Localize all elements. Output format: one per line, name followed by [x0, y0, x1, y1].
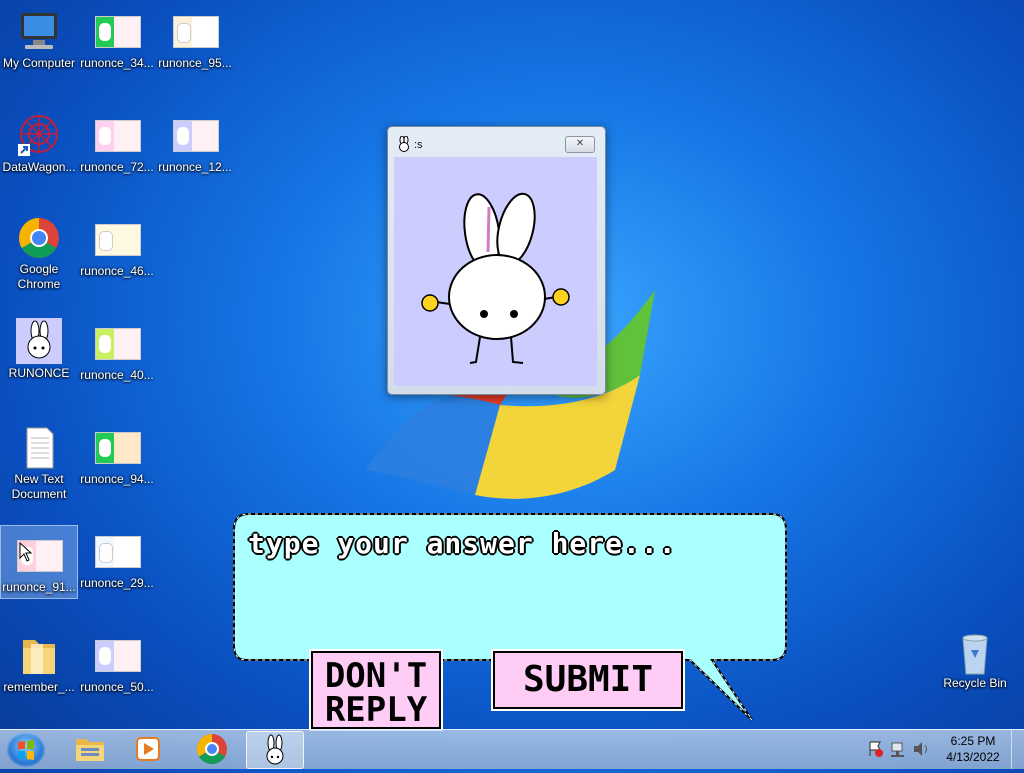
windows-start-icon: [18, 740, 34, 760]
taskbar-media-player-button[interactable]: [120, 731, 176, 767]
icon-label: runonce_50...: [80, 680, 154, 694]
runonce-72-icon[interactable]: runonce_72...: [79, 114, 155, 175]
chrome-icon: [196, 734, 227, 765]
datawagon-icon-shortcut[interactable]: DataWagon...: [1, 114, 77, 175]
icon-label: runonce_46...: [80, 264, 154, 278]
computer-icon: [15, 10, 63, 54]
runonce-50-icon[interactable]: runonce_50...: [79, 634, 155, 695]
bunny-thumbnail-icon: [93, 322, 141, 366]
bunny-thumbnail-icon: [93, 218, 141, 262]
my-computer-icon-shortcut[interactable]: My Computer: [1, 10, 77, 71]
taskbar-clock[interactable]: 6:25 PM 4/13/2022: [936, 733, 1010, 765]
folder-icon: [15, 634, 63, 678]
system-tray: [866, 738, 936, 760]
taskbar-runonce-button[interactable]: [246, 731, 304, 769]
taskbar-chrome-button[interactable]: [184, 731, 240, 767]
runonce-12-icon[interactable]: runonce_12...: [157, 114, 233, 175]
volume-icon: [914, 742, 927, 756]
runonce-29-icon[interactable]: runonce_29...: [79, 530, 155, 591]
new-text-document-icon[interactable]: New Text Document: [1, 426, 77, 502]
folder-icon: [76, 739, 104, 761]
text-document-icon: [15, 426, 63, 470]
icon-label: DataWagon...: [2, 160, 76, 174]
answer-input[interactable]: type your answer here...: [248, 527, 677, 560]
bunny-thumbnail-icon: [93, 426, 141, 470]
clock-time: 6:25 PM: [950, 734, 996, 748]
icon-label: runonce_12...: [158, 160, 232, 174]
media-player-icon: [136, 737, 160, 761]
bunny-thumbnail-icon: [93, 10, 141, 54]
icon-label: Recycle Bin: [943, 676, 1007, 690]
chrome-icon: [15, 216, 63, 260]
runonce-40-icon[interactable]: runonce_40...: [79, 322, 155, 383]
icon-label: Google Chrome: [17, 262, 61, 291]
runonce-34-icon[interactable]: runonce_34...: [79, 10, 155, 71]
icon-label: runonce_34...: [80, 56, 154, 70]
runonce-91-icon[interactable]: runonce_91...: [0, 525, 78, 599]
runonce-46-icon[interactable]: runonce_46...: [79, 218, 155, 279]
icon-label: New Text Document: [11, 472, 67, 501]
network-icon: [891, 742, 904, 757]
bunny-thumbnail-icon: [15, 534, 63, 578]
runonce-95-icon[interactable]: runonce_95...: [157, 10, 233, 71]
bunny-icon: [266, 734, 284, 765]
runonce-app-icon[interactable]: RUNONCE: [1, 318, 77, 381]
bunny-icon: [16, 318, 62, 364]
remember-folder-icon[interactable]: remember_...: [1, 634, 77, 695]
icon-label: runonce_95...: [158, 56, 232, 70]
start-button[interactable]: [6, 732, 46, 768]
action-center-flag-icon: [869, 741, 883, 757]
icon-label: runonce_94...: [80, 472, 154, 486]
icon-label: RUNONCE: [8, 366, 70, 380]
bunny-thumbnail-icon: [171, 10, 219, 54]
bunny-thumbnail-icon: [171, 114, 219, 158]
close-icon: ✕: [575, 138, 585, 149]
window-title: :s: [414, 139, 423, 151]
dont-reply-button[interactable]: DON'T REPLY: [311, 651, 441, 729]
popup-content: [394, 157, 597, 386]
recycle-bin-icon: [951, 630, 999, 675]
bunny-thumbnail-icon: [93, 530, 141, 574]
bunny-icon: [399, 136, 409, 152]
show-desktop-button[interactable]: [1011, 730, 1024, 769]
dont-reply-label-line2: REPLY: [324, 690, 428, 730]
submit-button[interactable]: SUBMIT: [493, 651, 683, 709]
runonce-94-icon[interactable]: runonce_94...: [79, 426, 155, 487]
dont-reply-label-line1: DON'T: [324, 656, 428, 696]
recycle-bin-icon-shortcut[interactable]: Recycle Bin: [937, 630, 1013, 691]
bunny-illustration: [421, 192, 570, 364]
icon-label: My Computer: [2, 56, 76, 70]
bunny-thumbnail-icon: [93, 114, 141, 158]
icon-label: remember_...: [3, 680, 75, 694]
icon-label: runonce_40...: [80, 368, 154, 382]
google-chrome-icon-shortcut[interactable]: Google Chrome: [1, 216, 77, 292]
bunny-thumbnail-icon: [93, 634, 141, 678]
taskbar-explorer-button[interactable]: [62, 731, 118, 767]
icon-label: runonce_72...: [80, 160, 154, 174]
close-button[interactable]: ✕: [565, 136, 595, 153]
clock-date: 4/13/2022: [946, 750, 1000, 764]
mouse-cursor-icon: [19, 542, 33, 562]
runonce-popup-window[interactable]: :s ✕: [387, 126, 606, 395]
icon-label: runonce_29...: [80, 576, 154, 590]
taskbar: 6:25 PM 4/13/2022: [0, 729, 1024, 769]
datawagon-icon: [15, 114, 63, 158]
icon-label: runonce_91...: [2, 580, 76, 594]
